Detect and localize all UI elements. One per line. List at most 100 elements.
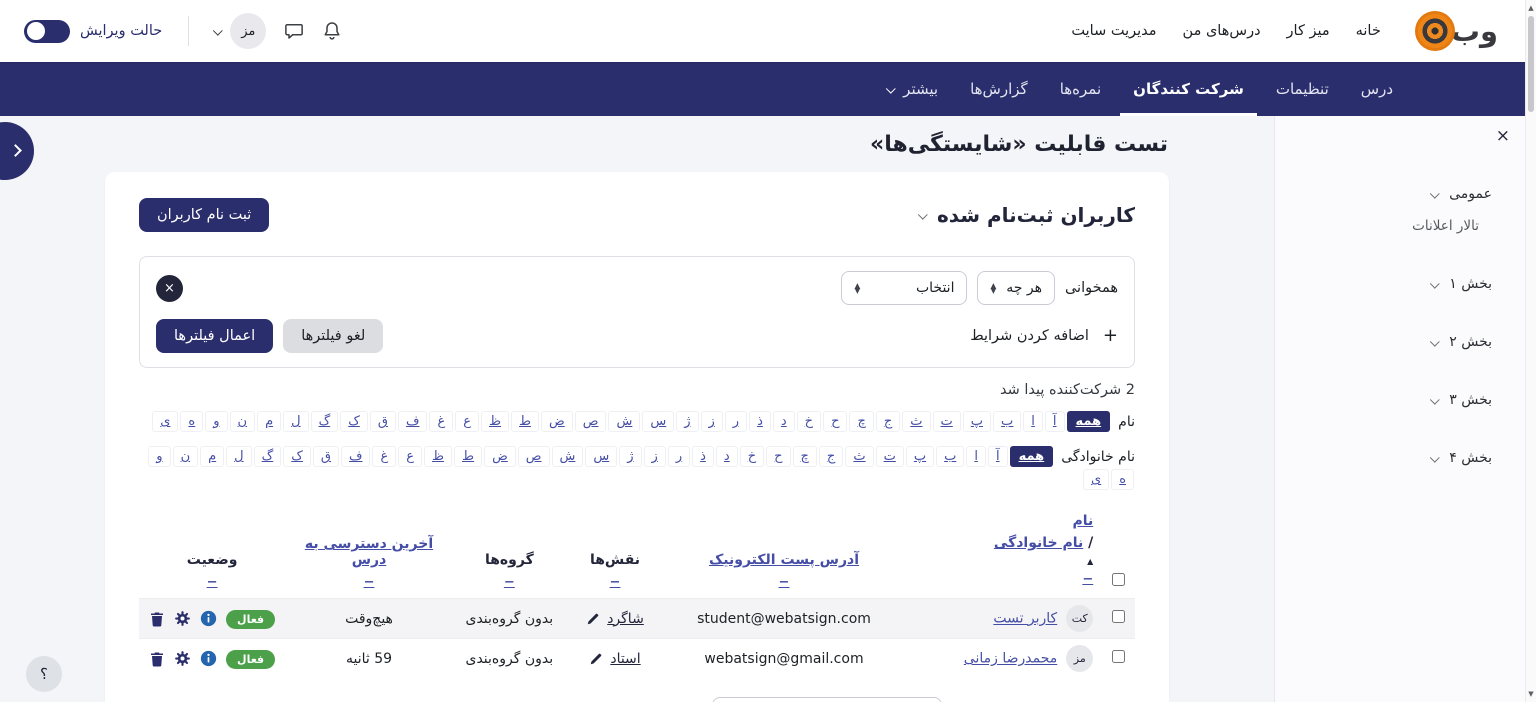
lastname-initial-letter[interactable]: ل xyxy=(226,446,251,467)
lastname-initial-letter[interactable]: ط xyxy=(454,446,482,467)
notifications-bell-icon[interactable] xyxy=(322,21,342,41)
collapse-column-link[interactable]: − xyxy=(1082,572,1093,587)
trash-icon[interactable] xyxy=(149,651,165,667)
lastname-initial-letter[interactable]: ظ xyxy=(424,446,452,467)
firstname-initial-letter[interactable]: ژ xyxy=(676,411,698,432)
topnav-link-3[interactable]: مدیریت سایت xyxy=(1071,23,1156,39)
firstname-initial-letter[interactable]: غ xyxy=(429,411,453,432)
firstname-initial-letter[interactable]: ح xyxy=(823,411,847,432)
gear-icon[interactable] xyxy=(174,610,191,627)
row-checkbox[interactable] xyxy=(1112,610,1125,623)
remove-filter-button[interactable]: × xyxy=(156,275,183,302)
lastname-initial-letter[interactable]: ن xyxy=(173,446,199,467)
close-icon[interactable]: × xyxy=(1496,128,1510,145)
edit-pencil-icon[interactable] xyxy=(586,612,600,626)
firstname-initial-letter[interactable]: ر xyxy=(725,411,747,432)
lastname-initial-letter[interactable]: س xyxy=(585,446,617,467)
lastname-initial-letter[interactable]: ک xyxy=(283,446,311,467)
help-button[interactable]: ؟ xyxy=(26,656,62,692)
lastname-initial-letter[interactable]: د xyxy=(716,446,738,467)
firstname-initial-letter[interactable]: ل xyxy=(283,411,308,432)
firstname-initial-letter[interactable]: ع xyxy=(455,411,479,432)
role-link[interactable]: شاگرد xyxy=(607,611,644,627)
apply-filters-button[interactable]: اعمال فیلترها xyxy=(156,319,273,353)
lastname-initial-letter[interactable]: چ xyxy=(793,446,817,467)
lastname-initial-letter[interactable]: ث xyxy=(845,446,873,467)
topnav-link-1[interactable]: میز کار xyxy=(1287,23,1330,39)
lastname-initial-all[interactable]: همه xyxy=(1010,446,1054,467)
firstname-initial-letter[interactable]: ظ xyxy=(481,411,509,432)
lastname-initial-letter[interactable]: ص xyxy=(518,446,550,467)
info-icon[interactable] xyxy=(200,650,217,667)
firstname-initial-letter[interactable]: ی xyxy=(152,411,178,432)
lastname-initial-letter[interactable]: ژ xyxy=(619,446,641,467)
firstname-initial-all[interactable]: همه xyxy=(1067,411,1111,432)
lastname-initial-letter[interactable]: ر xyxy=(668,446,690,467)
scroll-up-icon[interactable]: ▲ xyxy=(1526,4,1536,12)
lastname-initial-letter[interactable]: خ xyxy=(740,446,764,467)
user-name-link[interactable]: محمدرضا زمانی xyxy=(964,651,1057,667)
bulk-actions-select[interactable]: انتخاب کنید... xyxy=(712,697,942,702)
scroll-down-icon[interactable]: ▼ xyxy=(1526,690,1536,698)
enrolled-users-heading[interactable]: کاربران ثبت‌نام شده xyxy=(920,203,1135,227)
firstname-initial-letter[interactable]: ش xyxy=(608,411,640,432)
firstname-initial-letter[interactable]: ز xyxy=(701,411,723,432)
course-tab-2[interactable]: شرکت کنندگان xyxy=(1120,62,1257,116)
firstname-initial-letter[interactable]: د xyxy=(773,411,795,432)
info-icon[interactable] xyxy=(200,610,217,627)
course-tab-3[interactable]: نمره‌ها xyxy=(1047,62,1114,116)
firstname-initial-letter[interactable]: و xyxy=(205,411,227,432)
lastname-initial-letter[interactable]: ذ xyxy=(692,446,714,467)
edit-mode-toggle[interactable] xyxy=(24,20,70,43)
firstname-initial-letter[interactable]: ه xyxy=(180,411,203,432)
enrol-users-button[interactable]: ثبت نام کاربران xyxy=(139,198,269,232)
add-condition-link[interactable]: + اضافه کردن شرایط xyxy=(970,327,1118,345)
site-logo[interactable]: وب xyxy=(1415,11,1498,51)
topnav-link-2[interactable]: درس‌های من xyxy=(1183,23,1261,39)
drawer-section-5[interactable]: بخش ۴ xyxy=(1285,450,1492,466)
open-blocks-drawer-button[interactable] xyxy=(0,122,34,180)
lastname-initial-letter[interactable]: ب xyxy=(936,446,964,467)
scrollbar[interactable]: ▲ ▼ xyxy=(1525,0,1536,702)
lastname-initial-letter[interactable]: پ xyxy=(906,446,934,467)
row-checkbox[interactable] xyxy=(1112,650,1125,663)
lastname-initial-letter[interactable]: ز xyxy=(644,446,666,467)
drawer-section-2[interactable]: بخش ۱ xyxy=(1285,276,1492,292)
lastname-initial-letter[interactable]: ش xyxy=(552,446,584,467)
firstname-initial-letter[interactable]: چ xyxy=(849,411,873,432)
lastname-initial-letter[interactable]: ع xyxy=(398,446,422,467)
firstname-initial-letter[interactable]: ث xyxy=(902,411,930,432)
firstname-initial-letter[interactable]: آ xyxy=(1045,411,1065,432)
drawer-section-4[interactable]: بخش ۳ xyxy=(1285,392,1492,408)
scrollbar-thumb[interactable] xyxy=(1528,16,1534,112)
course-tab-1[interactable]: تنظیمات xyxy=(1263,62,1342,116)
firstname-initial-letter[interactable]: ب xyxy=(993,411,1021,432)
collapse-column-link[interactable]: − xyxy=(610,575,621,590)
course-tab-4[interactable]: گزارش‌ها xyxy=(957,62,1041,116)
messages-chat-icon[interactable] xyxy=(284,21,304,41)
collapse-column-link[interactable]: − xyxy=(504,575,515,590)
lastname-initial-letter[interactable]: ق xyxy=(313,446,339,467)
firstname-initial-letter[interactable]: س xyxy=(642,411,674,432)
edit-pencil-icon[interactable] xyxy=(589,652,603,666)
sort-by-firstname-link[interactable]: نام xyxy=(1072,513,1093,529)
user-name-link[interactable]: کاربر تست xyxy=(993,611,1057,627)
firstname-initial-letter[interactable]: ذ xyxy=(749,411,771,432)
collapse-column-link[interactable]: − xyxy=(207,575,218,590)
lastname-initial-letter[interactable]: ض xyxy=(484,446,516,467)
match-select[interactable]: هر چه xyxy=(977,271,1055,305)
firstname-initial-letter[interactable]: خ xyxy=(797,411,821,432)
lastname-initial-letter[interactable]: ا xyxy=(966,446,986,467)
collapse-column-link[interactable]: − xyxy=(364,575,375,590)
topnav-link-0[interactable]: خانه xyxy=(1356,23,1381,39)
drawer-item-1[interactable]: تالار اعلانات xyxy=(1285,218,1479,234)
lastname-initial-letter[interactable]: آ xyxy=(988,446,1008,467)
lastname-initial-letter[interactable]: گ xyxy=(254,446,282,467)
firstname-initial-letter[interactable]: ط xyxy=(511,411,539,432)
lastname-initial-letter[interactable]: ت xyxy=(876,446,904,467)
firstname-initial-letter[interactable]: ق xyxy=(370,411,396,432)
role-link[interactable]: استاد xyxy=(610,651,640,667)
firstname-initial-letter[interactable]: پ xyxy=(963,411,991,432)
lastname-initial-letter[interactable]: ی xyxy=(1083,469,1109,490)
lastname-initial-letter[interactable]: ج xyxy=(819,446,843,467)
